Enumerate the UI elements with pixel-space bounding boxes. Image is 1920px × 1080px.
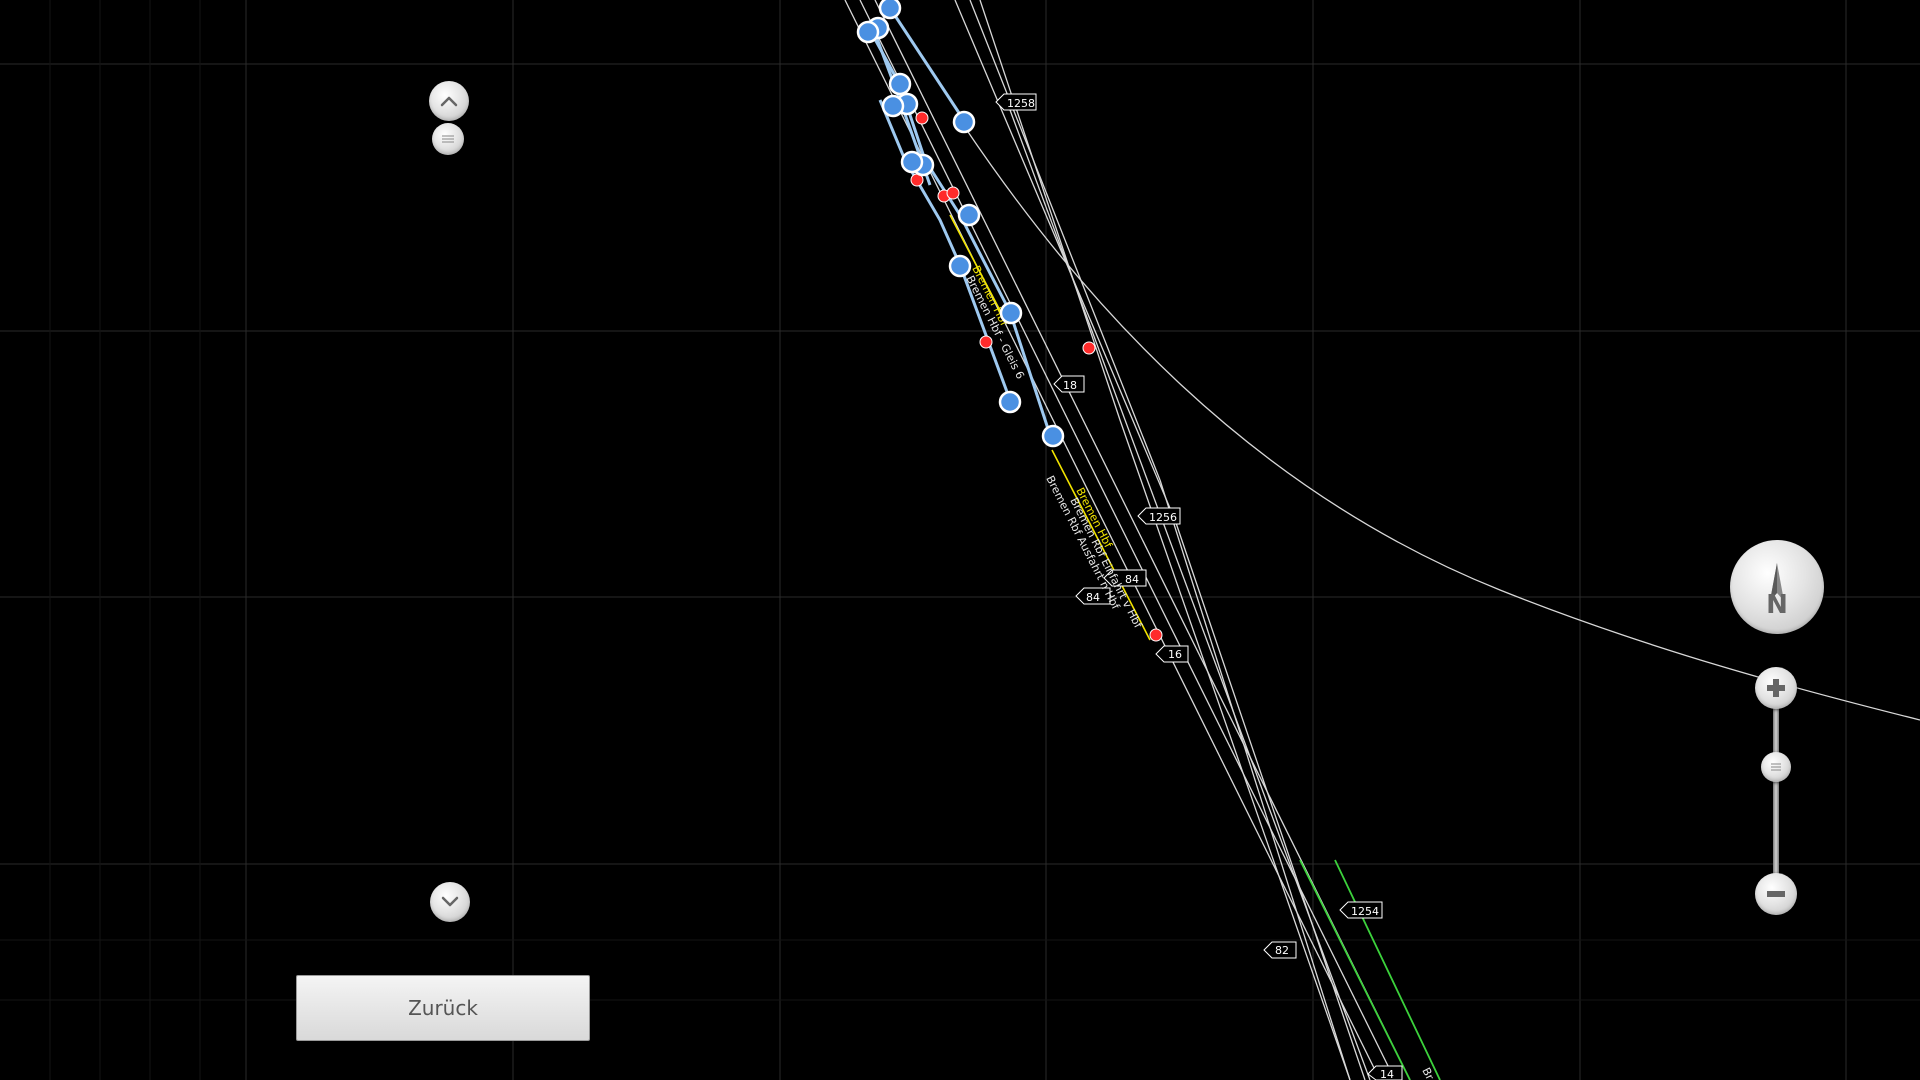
track-label: Bremen Rbf Einfahrt v Hbf — [1067, 495, 1145, 631]
track-node[interactable] — [856, 20, 880, 44]
km-marker: 18 — [1053, 375, 1085, 393]
track-node[interactable] — [948, 254, 972, 278]
track-node[interactable] — [900, 150, 924, 174]
scroll-handle[interactable] — [432, 123, 464, 155]
km-marker: 82 — [1263, 941, 1297, 959]
zoom-out-button[interactable] — [1755, 873, 1797, 915]
zoom-in-button[interactable] — [1755, 667, 1797, 709]
km-marker-label: 84 — [1086, 591, 1100, 604]
km-marker: 14 — [1367, 1065, 1403, 1080]
km-marker-label: 16 — [1168, 648, 1182, 661]
compass-button[interactable]: N — [1730, 540, 1824, 634]
km-marker-label: 82 — [1275, 944, 1289, 957]
signal-node[interactable] — [946, 186, 960, 200]
back-button-label: Zurück — [408, 996, 478, 1020]
scroll-up-button[interactable] — [429, 81, 469, 121]
km-marker: 16 — [1155, 645, 1189, 663]
track-node[interactable] — [952, 110, 976, 134]
track-node[interactable] — [1041, 424, 1065, 448]
track-node[interactable] — [999, 301, 1023, 325]
back-button[interactable]: Zurück — [296, 975, 590, 1041]
minus-icon — [1767, 891, 1785, 897]
map-grid-fine — [0, 0, 1920, 1080]
zoom-slider-track[interactable] — [1773, 700, 1779, 884]
green-track — [1299, 859, 1441, 1080]
km-marker-label: 1258 — [1007, 97, 1035, 110]
track-node[interactable] — [878, 0, 902, 20]
km-marker: 1256 — [1137, 507, 1181, 525]
map-grid — [0, 0, 1920, 1080]
plus-icon — [1767, 679, 1785, 697]
track-node[interactable] — [881, 94, 905, 118]
km-marker-label: 18 — [1063, 379, 1077, 392]
chevron-up-icon — [440, 96, 458, 107]
km-marker-label: 84 — [1125, 573, 1139, 586]
chevron-down-icon — [441, 896, 459, 907]
scroll-down-button[interactable] — [430, 882, 470, 922]
track-map[interactable]: 1258 1256 1254 18 84 84 16 82 14 Bremen … — [0, 0, 1920, 1080]
compass-label: N — [1766, 590, 1788, 620]
signal-node[interactable] — [979, 335, 993, 349]
km-marker-label: 1256 — [1149, 511, 1177, 524]
km-marker: 1258 — [995, 93, 1037, 111]
signal-node[interactable] — [915, 111, 929, 125]
grip-icon — [1771, 763, 1781, 771]
zoom-slider-handle[interactable] — [1761, 752, 1791, 782]
track-node[interactable] — [998, 390, 1022, 414]
grip-icon — [442, 135, 454, 143]
track-node[interactable] — [957, 203, 981, 227]
signal-node[interactable] — [1149, 628, 1163, 642]
km-marker-label: 14 — [1380, 1068, 1394, 1080]
km-marker: 1254 — [1339, 901, 1383, 919]
signal-node[interactable] — [1082, 341, 1096, 355]
track-node[interactable] — [888, 72, 912, 96]
km-marker-label: 1254 — [1351, 905, 1379, 918]
